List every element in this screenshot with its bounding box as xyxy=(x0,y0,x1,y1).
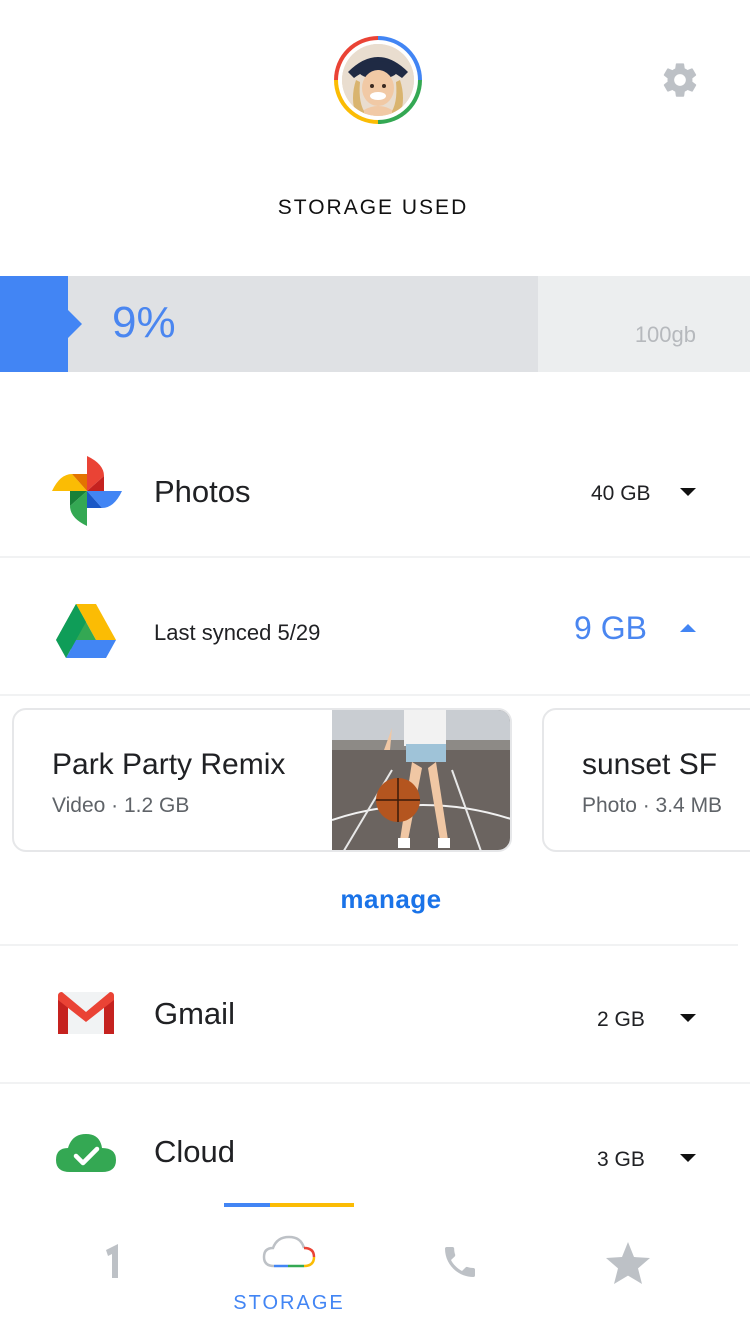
storage-bar-pointer-icon xyxy=(68,310,82,338)
chevron-up-icon[interactable] xyxy=(680,624,696,632)
gear-icon[interactable] xyxy=(660,60,700,100)
chevron-down-icon[interactable] xyxy=(680,1154,696,1162)
service-size-photos: 40 GB xyxy=(591,482,651,505)
chevron-down-icon[interactable] xyxy=(680,1014,696,1022)
service-size-gmail: 2 GB xyxy=(597,1008,645,1031)
avatar-illustration xyxy=(342,44,414,116)
google-photos-icon xyxy=(52,456,122,526)
drive-file-card[interactable]: Park Party Remix Video · 1.2 GB xyxy=(12,708,512,852)
file-subtitle: Photo · 3.4 MB xyxy=(582,794,723,817)
service-row-photos[interactable]: Photos 40 GB xyxy=(0,420,750,556)
avatar-ring-gap xyxy=(338,40,418,120)
storage-percent: 9% xyxy=(112,298,176,347)
tab-home[interactable] xyxy=(60,1194,170,1334)
service-size-cloud: 3 GB xyxy=(597,1148,645,1171)
avatar[interactable] xyxy=(334,36,422,124)
avatar-photo xyxy=(342,44,414,116)
tab-storage-label: STORAGE xyxy=(233,1292,345,1314)
google-drive-icon xyxy=(56,604,116,658)
tab-storage[interactable]: STORAGE xyxy=(224,1194,354,1334)
tab-phone[interactable] xyxy=(406,1194,516,1334)
cloud-check-icon xyxy=(56,1130,116,1172)
one-logo-icon xyxy=(102,1242,126,1282)
drive-file-card[interactable]: sunset SF Photo · 3.4 MB xyxy=(542,708,750,852)
file-subtitle: Video · 1.2 GB xyxy=(52,794,190,817)
phone-icon xyxy=(440,1242,480,1282)
file-title: sunset SF xyxy=(582,748,718,781)
drive-last-synced: Last synced 5/29 xyxy=(154,620,321,645)
storage-used-title: STORAGE USED xyxy=(277,196,469,219)
service-row-drive[interactable]: Last synced 5/29 9 GB xyxy=(0,558,750,694)
chevron-down-icon[interactable] xyxy=(680,488,696,496)
file-title: Park Party Remix xyxy=(52,748,286,781)
service-row-cloud[interactable]: Cloud 3 GB xyxy=(0,1084,750,1194)
star-icon xyxy=(604,1240,652,1286)
storage-progress-bar: 9% 100gb xyxy=(0,276,750,372)
tab-favorites[interactable] xyxy=(574,1194,684,1334)
service-name-photos: Photos xyxy=(154,474,251,509)
service-row-gmail[interactable]: Gmail 2 GB xyxy=(0,946,750,1082)
file-thumbnail xyxy=(331,710,510,850)
service-name-gmail: Gmail xyxy=(154,996,235,1031)
bottom-tab-bar: STORAGE xyxy=(0,1194,750,1334)
cloud-icon xyxy=(262,1234,316,1268)
divider xyxy=(0,694,750,696)
manage-link[interactable]: manage xyxy=(0,884,750,915)
gmail-icon xyxy=(58,992,114,1034)
storage-capacity: 100gb xyxy=(634,322,696,347)
service-size-drive: 9 GB xyxy=(574,610,647,646)
service-name-cloud: Cloud xyxy=(154,1134,235,1169)
storage-bar-fill xyxy=(0,276,68,372)
